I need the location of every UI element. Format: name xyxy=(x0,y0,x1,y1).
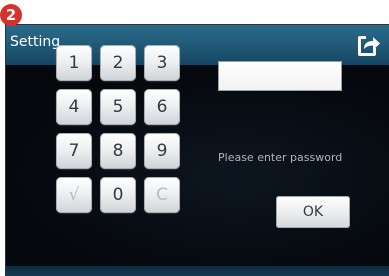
digit-key-3[interactable]: 3 xyxy=(144,45,180,81)
share-button[interactable] xyxy=(353,31,381,59)
share-arrow-icon xyxy=(358,36,380,56)
numeric-keypad: 1 2 3 4 5 6 7 8 9 √ 0 C xyxy=(56,45,180,213)
clear-key[interactable]: C xyxy=(144,177,180,213)
step-badge: 2 xyxy=(0,4,22,26)
digit-key-8[interactable]: 8 xyxy=(100,133,136,169)
digit-key-9[interactable]: 9 xyxy=(144,133,180,169)
digit-key-0[interactable]: 0 xyxy=(100,177,136,213)
digit-key-7[interactable]: 7 xyxy=(56,133,92,169)
digit-key-5[interactable]: 5 xyxy=(100,89,136,125)
password-input[interactable] xyxy=(218,61,342,91)
digit-key-6[interactable]: 6 xyxy=(144,89,180,125)
page-title: Setting xyxy=(10,34,61,50)
ok-button[interactable]: OK xyxy=(276,196,350,228)
digit-key-2[interactable]: 2 xyxy=(100,45,136,81)
digit-key-1[interactable]: 1 xyxy=(56,45,92,81)
password-prompt: Please enter password xyxy=(218,151,343,164)
bottom-strip xyxy=(6,266,389,276)
confirm-key[interactable]: √ xyxy=(56,177,92,213)
digit-key-4[interactable]: 4 xyxy=(56,89,92,125)
page: 2 Setting 1 2 3 4 5 6 7 8 9 √ 0 C Please enter pass… xyxy=(0,0,389,276)
